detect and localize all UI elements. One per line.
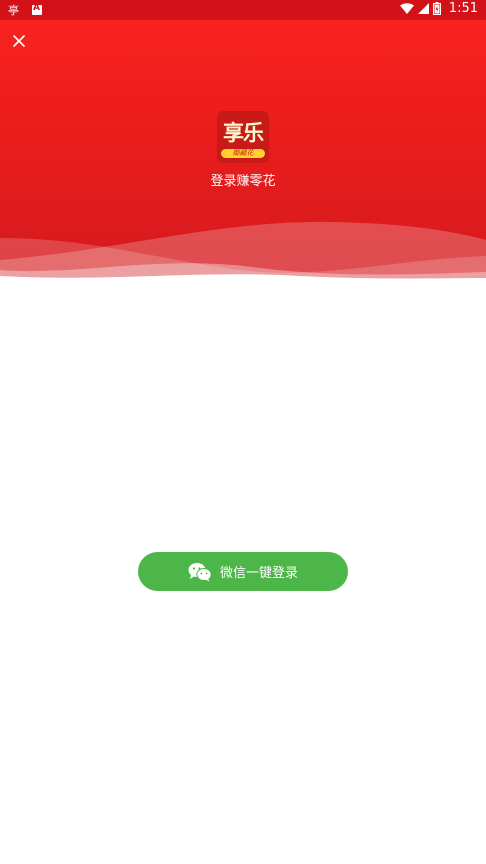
wechat-icon (188, 562, 212, 581)
logo-ribbon: 御藏花 (221, 149, 265, 158)
system-icons: 1:51 (399, 1, 478, 16)
clock: 1:51 (448, 1, 478, 16)
wechat-login-label: 微信一键登录 (219, 566, 298, 581)
status-bar: 亭 1:51 (0, 0, 486, 20)
logo-text: 享乐 (223, 120, 264, 145)
wifi-icon (399, 2, 414, 14)
notification-icons: 亭 (8, 3, 42, 17)
svg-text:亭: 亭 (8, 3, 19, 17)
wechat-login-button[interactable]: 微信一键登录 (138, 552, 348, 591)
close-icon[interactable] (8, 30, 30, 52)
battery-icon (432, 2, 441, 15)
notification-a-icon (32, 3, 42, 15)
tagline: 登录赚零花 (210, 174, 276, 189)
notification-app-icon: 亭 (8, 3, 19, 17)
app-logo: 享乐 御藏花 (217, 111, 269, 163)
header-banner: 享乐 御藏花 登录赚零花 (0, 20, 486, 282)
wave-decoration (0, 221, 486, 282)
cell-signal-icon (417, 2, 429, 14)
